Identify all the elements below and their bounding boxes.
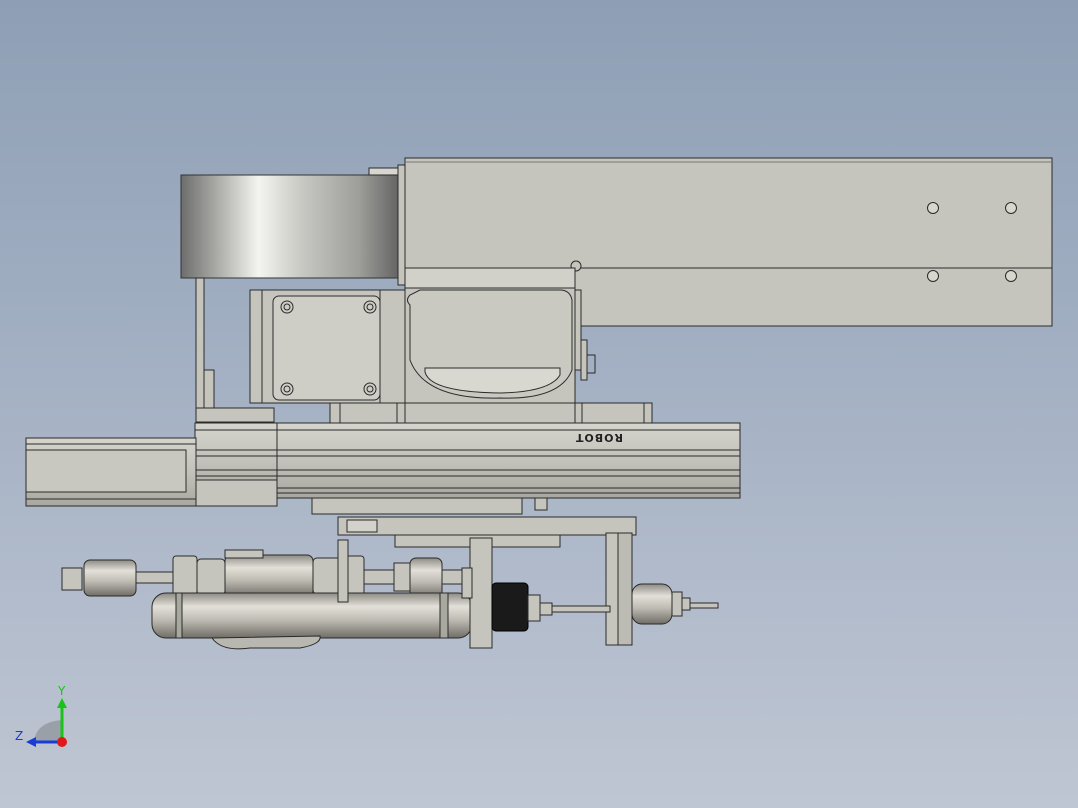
brand-logo-text: ROBOT — [575, 431, 623, 444]
rubber-bumper — [491, 582, 529, 632]
servo-motor — [180, 174, 404, 279]
carriage-plate — [329, 402, 653, 424]
mounting-hole — [927, 202, 939, 214]
z-axis-label: Z — [15, 729, 24, 743]
lower-carriage — [311, 497, 523, 515]
mounting-hole — [927, 270, 939, 282]
linear-actuator-rail — [194, 422, 741, 507]
lower-cylinder — [151, 592, 473, 650]
coupling-housing — [404, 267, 596, 404]
nozzle-tip — [631, 583, 719, 625]
rail-end-cap — [25, 437, 197, 507]
nozzle-bracket — [605, 532, 633, 646]
cad-model-scene[interactable]: ROBOT — [0, 0, 1078, 808]
cylinder-mount-plate — [469, 537, 493, 649]
cad-viewport[interactable]: ROBOT Y Z — [0, 0, 1078, 808]
mounting-hole — [1005, 202, 1017, 214]
orientation-triad[interactable]: Y Z — [14, 684, 74, 750]
upper-cylinder — [61, 549, 473, 599]
gearbox-housing — [249, 289, 406, 404]
y-axis-label: Y — [58, 684, 66, 698]
mounting-hole — [1005, 270, 1017, 282]
x-axis-dot — [57, 737, 67, 747]
